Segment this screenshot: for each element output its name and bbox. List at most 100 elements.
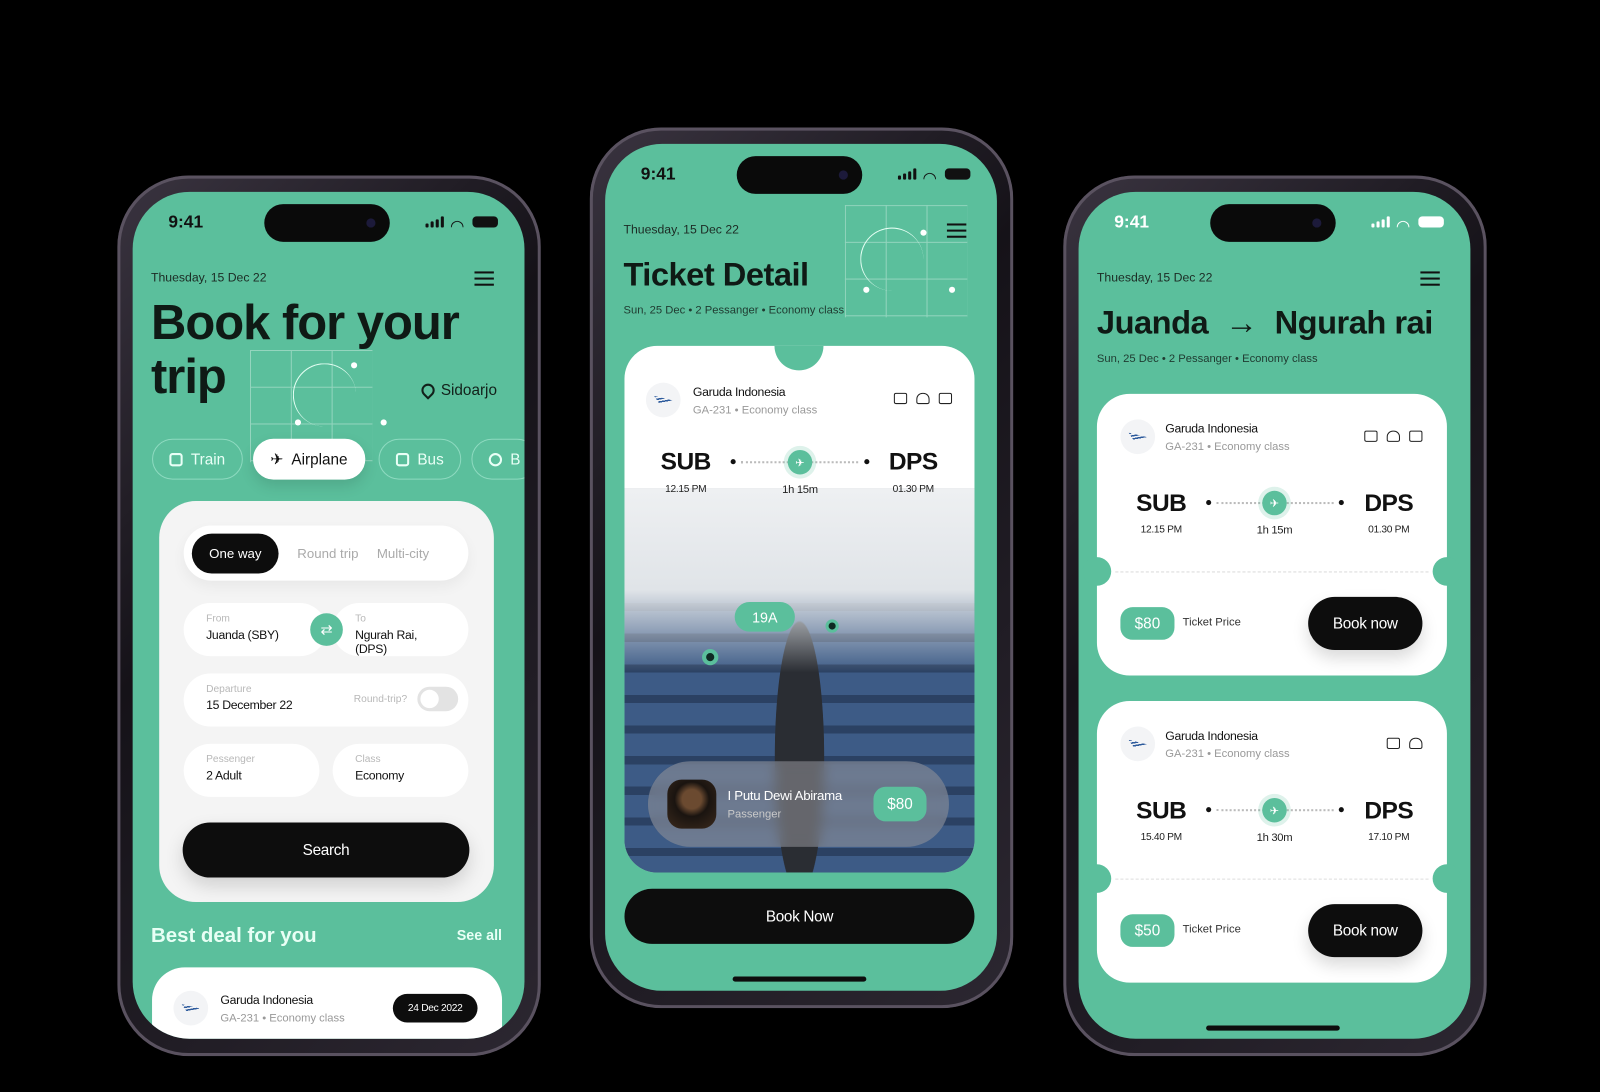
trip-meta: Sun, 25 Dec • 2 Pessanger • Economy clas… [1096, 353, 1318, 366]
status-time: 9:41 [168, 212, 204, 232]
arrival-time: 01.30 PM [1368, 524, 1410, 536]
class-field[interactable]: Class Economy [332, 743, 469, 797]
phone-booking: 9:41 ◠ Thuesday, 15 Dec 22 Book for your… [117, 175, 541, 1057]
book-now-button[interactable]: Book Now [624, 888, 975, 944]
deal-date-badge: 24 Dec 2022 [392, 993, 478, 1023]
garuda-logo [1120, 419, 1156, 455]
menu-icon[interactable] [1420, 271, 1440, 286]
best-deal-heading: Best deal for you [151, 924, 317, 947]
departure-time: 15.40 PM [1140, 831, 1183, 843]
wifi-icon: ◠ [449, 218, 465, 236]
decorative-dot [948, 286, 956, 293]
location[interactable]: Sidoarjo [418, 380, 497, 400]
location-pin-icon [418, 380, 438, 400]
duration: 1h 15m [782, 483, 818, 496]
entertainment-icon [1409, 430, 1423, 442]
ticket-price: $80 [873, 786, 927, 822]
status-time: 9:41 [640, 164, 676, 184]
origin-code: SUB [1136, 489, 1187, 518]
home-indicator [1206, 1025, 1340, 1031]
see-all-link[interactable]: See all [457, 927, 502, 943]
wifi-icon: ◠ [922, 170, 937, 188]
results-screen: 9:41 ◠ Thuesday, 15 Dec 22 Juanda → Ngur… [1078, 191, 1471, 1039]
meal-icon [1386, 430, 1400, 442]
arrival-time: 01.30 PM [892, 483, 935, 495]
airline-info: Garuda Indonesia GA-231 • Economy class [692, 384, 818, 417]
round-trip-label: Round-trip? [353, 693, 408, 706]
passenger-field[interactable]: Pessenger 2 Adult [183, 743, 320, 797]
swap-icon[interactable]: ⇄ [310, 613, 343, 646]
battery-icon [472, 216, 498, 228]
tab-airplane[interactable]: ✈ Airplane [253, 438, 365, 480]
date-label: Thuesday, 15 Dec 22 [1096, 270, 1213, 285]
date-label: Thuesday, 15 Dec 22 [151, 270, 267, 285]
trip-type-one-way[interactable]: One way [191, 533, 279, 573]
luggage-icon [1386, 737, 1400, 749]
phone-results: 9:41 ◠ Thuesday, 15 Dec 22 Juanda → Ngur… [1063, 175, 1487, 1057]
from-field[interactable]: From Juanda (SBY) [183, 603, 327, 657]
wifi-icon: ◠ [1395, 218, 1411, 236]
meal-icon [916, 392, 930, 405]
tab-train[interactable]: Train [152, 438, 243, 480]
route-dot [1338, 499, 1344, 506]
decorative-dot [863, 286, 870, 293]
duration: 1h 15m [1256, 524, 1293, 537]
luggage-icon [893, 392, 908, 405]
passenger-name: I Putu Dewi Abirama [727, 787, 843, 804]
book-now-button[interactable]: Book now [1308, 904, 1423, 958]
airline-info: Garuda Indonesia GA-231 • Economy class [1165, 728, 1290, 761]
ticket-price-label: Ticket Price [1182, 923, 1241, 936]
entertainment-icon [938, 392, 953, 405]
route-dot [1338, 807, 1344, 813]
airline-info: Garuda Indonesia GA-231 • Economy class [1165, 421, 1290, 454]
origin-code: SUB [1136, 796, 1187, 825]
ticket-notch [1432, 864, 1462, 893]
deal-card[interactable]: Garuda Indonesia GA-231 • Economy class 2… [152, 967, 503, 1039]
round-trip-toggle[interactable] [417, 686, 459, 712]
trip-type-multi-city[interactable]: Multi-city [377, 545, 429, 560]
plane-icon: ✈ [787, 449, 813, 475]
duration: 1h 30m [1256, 831, 1293, 844]
ticket-card: Garuda Indonesia GA-231 • Economy class S… [624, 345, 975, 873]
passenger-role: Passenger [727, 808, 782, 821]
seat-badge[interactable]: 19A [734, 602, 795, 632]
meal-icon [1409, 737, 1423, 749]
origin-code: SUB [660, 447, 712, 476]
deal-airline: Garuda Indonesia GA-231 • Economy class [220, 992, 345, 1025]
signal-icon [425, 216, 444, 228]
trip-type-round-trip[interactable]: Round trip [297, 545, 358, 560]
to-field[interactable]: To Ngurah Rai, (DPS) [332, 603, 469, 657]
garuda-logo [173, 990, 209, 1026]
destination-code: DPS [1364, 796, 1414, 825]
search-button[interactable]: Search [182, 822, 470, 878]
ticket-notch [774, 345, 824, 371]
tab-bus[interactable]: Bus [378, 438, 462, 480]
garuda-logo [1120, 726, 1156, 762]
airplane-icon: ✈ [270, 451, 284, 469]
departure-time: 12.15 PM [665, 483, 707, 495]
ticket-price: $80 [1120, 607, 1175, 640]
book-now-button[interactable]: Book now [1308, 596, 1423, 650]
boat-icon [488, 452, 503, 466]
signal-icon [897, 168, 917, 180]
amenities [1386, 737, 1423, 749]
ticket-price-label: Ticket Price [1182, 616, 1241, 629]
departure-field[interactable]: Departure 15 December 22 Round-trip? [183, 673, 469, 727]
divider [1115, 878, 1429, 880]
passenger-card: I Putu Dewi Abirama Passenger $80 [647, 761, 949, 847]
menu-icon[interactable] [474, 271, 494, 286]
ticket-notch [1082, 864, 1112, 893]
signal-icon [1371, 216, 1390, 228]
route-dot [1206, 807, 1212, 813]
route-dot [1206, 499, 1212, 506]
home-indicator [732, 976, 867, 982]
avatar [667, 779, 717, 829]
ticket-screen: 9:41 ◠ Thuesday, 15 Dec 22 Ticket Detail… [605, 143, 997, 991]
status-icons: ◠ [425, 216, 498, 236]
flight-card: Garuda Indonesia GA-231 • Economy class S… [1082, 701, 1462, 983]
seat-marker[interactable] [825, 619, 839, 633]
phone-ticket-detail: 9:41 ◠ Thuesday, 15 Dec 22 Ticket Detail… [589, 127, 1014, 1009]
tab-boat[interactable]: B [471, 438, 525, 480]
decorative-dot [294, 419, 302, 426]
seat-marker[interactable] [702, 648, 719, 666]
